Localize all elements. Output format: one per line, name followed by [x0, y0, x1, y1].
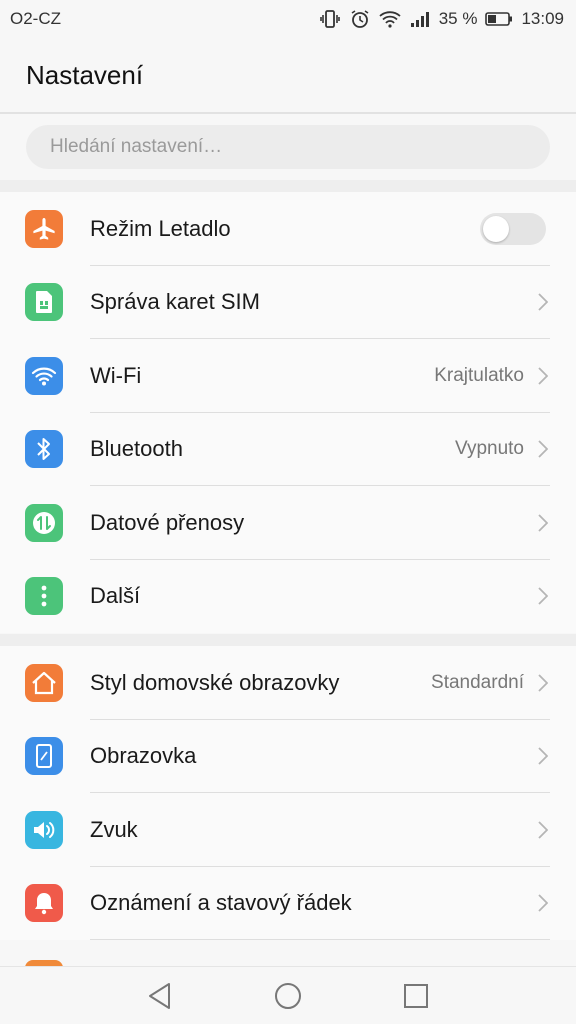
- setting-label: Datové přenosy: [90, 509, 245, 535]
- section-gap: [0, 180, 576, 192]
- setting-bluetooth[interactable]: Bluetooth Vypnuto: [0, 413, 576, 486]
- row-divider: [90, 939, 550, 940]
- setting-label: Správa karet SIM: [90, 289, 260, 315]
- sim-card-icon: [25, 283, 63, 322]
- battery-percent: 35 %: [438, 9, 478, 28]
- airplane-mode-toggle[interactable]: [480, 212, 546, 245]
- setting-notifications[interactable]: Oznámení a stavový řádek: [0, 867, 576, 940]
- back-icon[interactable]: [145, 981, 175, 1011]
- chevron-right-icon: [536, 366, 550, 386]
- setting-label: Obrazovka: [90, 743, 197, 769]
- alarm-icon: [349, 9, 371, 29]
- setting-label: Režim Letadlo: [90, 215, 231, 241]
- status-bar: O2-CZ 35 % 13:09: [0, 0, 576, 38]
- settings-group-device: Styl domovské obrazovky Standardní Obraz…: [0, 646, 576, 940]
- setting-sound[interactable]: Zvuk: [0, 793, 576, 867]
- airplane-icon: [25, 209, 63, 248]
- setting-label: Další: [90, 583, 141, 609]
- app-bar: Nastavení: [0, 38, 576, 112]
- setting-data-transfer[interactable]: Datové přenosy: [0, 486, 576, 560]
- search-placeholder: Hledání nastavení…: [50, 136, 223, 157]
- clock: 13:09: [521, 9, 564, 28]
- battery-icon: [485, 9, 513, 29]
- bluetooth-icon: [25, 430, 63, 469]
- carrier-label: O2-CZ: [10, 9, 61, 28]
- more-icon: [25, 577, 63, 616]
- data-transfer-icon: [25, 503, 63, 542]
- setting-value: Krajtulatko: [434, 364, 524, 386]
- chevron-right-icon: [536, 439, 550, 459]
- status-icons: 35 % 13:09: [319, 9, 564, 29]
- search-input[interactable]: Hledání nastavení…: [26, 125, 550, 169]
- page-title: Nastavení: [26, 59, 144, 90]
- sound-icon: [25, 810, 63, 849]
- setting-wifi[interactable]: Wi-Fi Krajtulatko: [0, 339, 576, 413]
- setting-label: Bluetooth: [90, 436, 183, 462]
- display-icon: [25, 737, 63, 776]
- setting-sim-management[interactable]: Správa karet SIM: [0, 266, 576, 339]
- chevron-right-icon: [536, 292, 550, 312]
- recents-icon[interactable]: [401, 981, 431, 1011]
- chevron-right-icon: [536, 673, 550, 693]
- wifi-icon: [25, 356, 63, 395]
- vibrate-icon: [319, 9, 341, 29]
- setting-value: Vypnuto: [454, 438, 524, 460]
- home-icon: [25, 663, 63, 702]
- setting-home-screen-style[interactable]: Styl domovské obrazovky Standardní: [0, 646, 576, 720]
- setting-display[interactable]: Obrazovka: [0, 720, 576, 793]
- setting-label: Zvuk: [90, 816, 138, 842]
- settings-group-connectivity: Režim Letadlo Správa karet SIM Wi-Fi Kra…: [0, 192, 576, 633]
- section-gap: [0, 634, 576, 646]
- chevron-right-icon: [536, 820, 550, 840]
- setting-value: Standardní: [431, 671, 524, 693]
- chevron-right-icon: [536, 746, 550, 766]
- notification-icon: [25, 884, 63, 923]
- chevron-right-icon: [536, 513, 550, 533]
- navigation-bar: [0, 966, 576, 1024]
- chevron-right-icon: [536, 893, 550, 913]
- home-circle-icon[interactable]: [273, 981, 303, 1011]
- setting-label: Styl domovské obrazovky: [90, 669, 340, 695]
- setting-label: Wi-Fi: [90, 362, 142, 388]
- header-divider: [0, 112, 576, 114]
- cell-signal-icon: [409, 9, 431, 29]
- setting-more[interactable]: Další: [0, 560, 576, 634]
- setting-label: Oznámení a stavový řádek: [90, 890, 352, 916]
- toggle-knob: [483, 215, 509, 242]
- chevron-right-icon: [536, 586, 550, 606]
- setting-airplane-mode[interactable]: Režim Letadlo: [0, 192, 576, 266]
- wifi-signal-icon: [379, 9, 401, 29]
